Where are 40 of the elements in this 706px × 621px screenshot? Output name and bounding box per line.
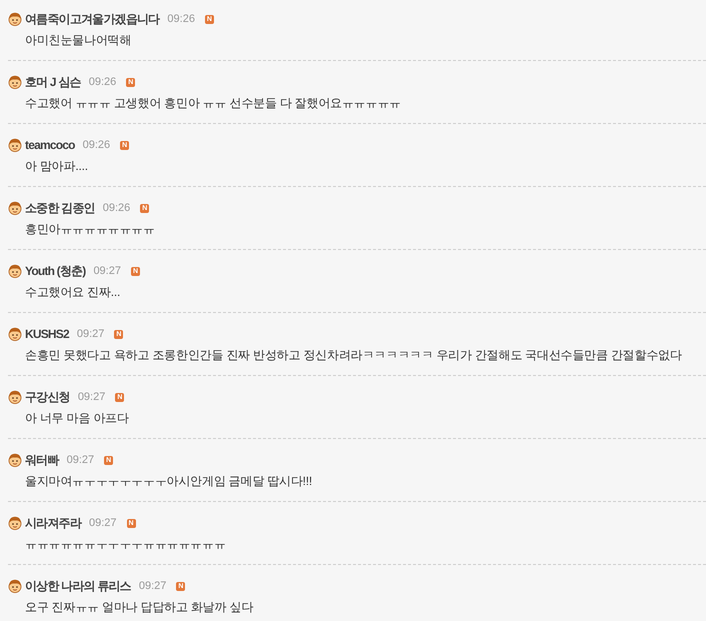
- comment-author[interactable]: 시라져주라: [25, 514, 82, 532]
- cartoon-face-icon: [8, 453, 22, 467]
- comment-time: 09:27: [76, 326, 104, 342]
- comment-time: 09:26: [82, 138, 110, 153]
- comment-text: 손흥민 못했다고 욕하고 조롱한인간들 진짜 반성하고 정신차려라ㅋㅋㅋㅋㅋㅋ 우리가 간절해도 국대선수들만큼 간절할수없다: [25, 347, 683, 364]
- comment-time: 09:27: [138, 578, 166, 594]
- comment-text: 아 너무 마음 아프다: [25, 410, 130, 427]
- comment-author[interactable]: 워터빠: [25, 451, 59, 469]
- comment-text: 아미친눈물나어떡해: [25, 32, 132, 49]
- comment-author[interactable]: KUSHS2: [25, 325, 69, 343]
- comment-author[interactable]: 여름죽이고겨울가겠읍니다: [25, 10, 160, 28]
- cartoon-face-icon: [8, 75, 22, 89]
- comment-author[interactable]: 소중한 김종인: [25, 199, 95, 217]
- comment-time: 09:27: [66, 452, 94, 468]
- comment-author[interactable]: 호머 J 심슨: [25, 73, 81, 91]
- cartoon-face-icon: [8, 579, 22, 593]
- cartoon-face-icon: [8, 390, 22, 404]
- comment-text: 울지마여ㅠㅜㅜㅜㅜㅜㅜㅜ아시안게임 금메달 땁시다!!!: [25, 473, 314, 490]
- comment-text: 아 맘아파....: [25, 158, 89, 175]
- cartoon-face-icon: [8, 12, 22, 26]
- comment-author[interactable]: teamcoco: [25, 136, 75, 154]
- comment-text: 수고했어 ㅠㅠㅠ 고생했어 흥민아 ㅠㅠ 선수분들 다 잘했어요ㅠㅠㅠㅠㅠ: [25, 95, 402, 112]
- comment-time: 09:27: [89, 516, 117, 531]
- comment-time: 09:26: [88, 74, 116, 90]
- comment-time: 09:26: [102, 200, 130, 216]
- comment-time: 09:27: [93, 264, 121, 279]
- comment-text: 오구 진짜ㅠㅠ 얼마나 답답하고 화날까 싶다: [25, 599, 254, 616]
- cartoon-face-icon: [8, 201, 22, 215]
- cartoon-face-icon: [8, 327, 22, 341]
- comment-author[interactable]: Youth (청춘): [25, 262, 86, 280]
- cartoon-face-icon: [8, 138, 22, 152]
- comment-time: 09:26: [167, 12, 195, 27]
- comment-text: 흥민아ㅠㅠㅠㅠㅠㅠㅠㅠ: [25, 221, 156, 238]
- cartoon-face-icon: [8, 516, 22, 530]
- comment-time: 09:27: [78, 390, 106, 405]
- comment-author[interactable]: 구강신청: [25, 388, 70, 406]
- comment-text: 수고했어요 진짜...: [25, 284, 122, 301]
- comment-author[interactable]: 이상한 나라의 류리스: [25, 577, 131, 595]
- comment-text: ㅠㅠㅠㅠㅠㅠㅜㅜㅜㅜㅠㅠㅠㅠㅠㅠㅠ: [25, 536, 227, 553]
- cartoon-face-icon: [8, 264, 22, 278]
